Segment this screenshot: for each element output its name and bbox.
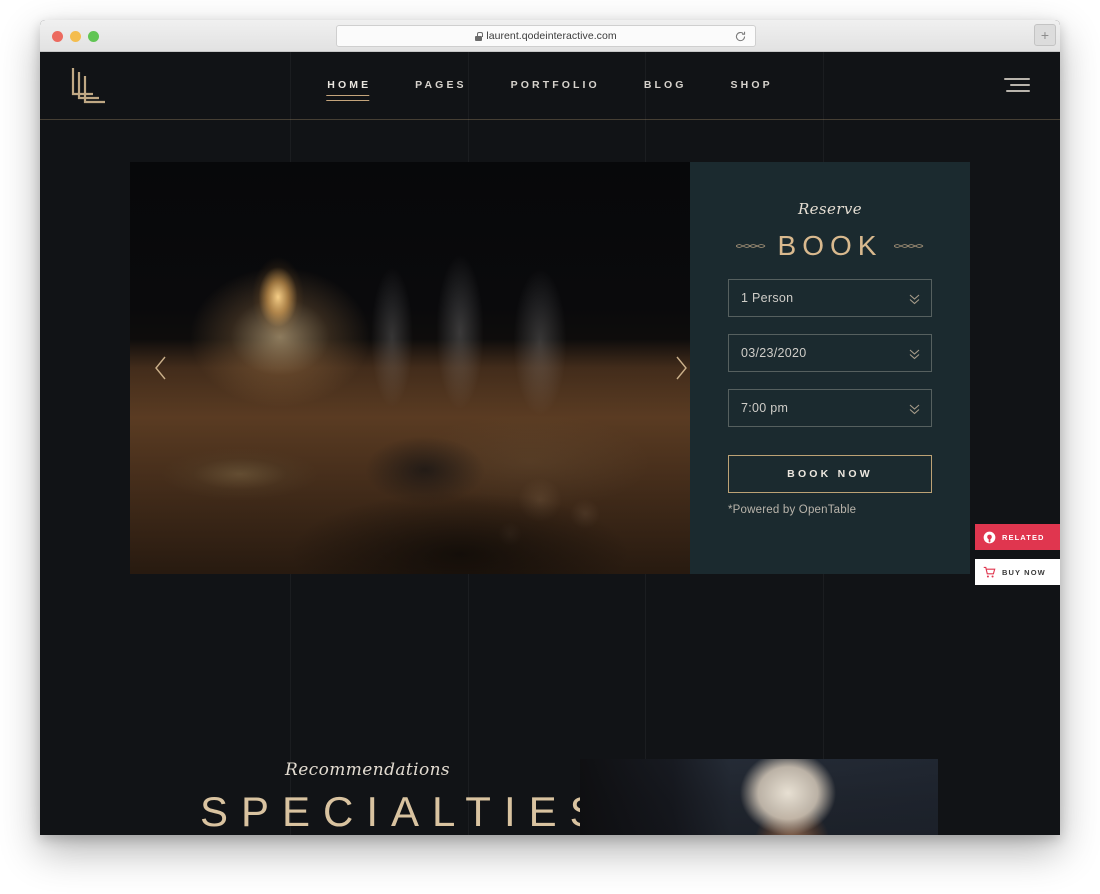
booking-title-row: BOOK xyxy=(728,230,932,262)
chevron-double-down-icon xyxy=(909,294,920,305)
nav-item-pages[interactable]: PAGES xyxy=(413,75,468,97)
minimize-window-button[interactable] xyxy=(70,31,81,42)
window-controls xyxy=(52,31,99,42)
new-tab-button[interactable]: + xyxy=(1034,24,1056,46)
site-header: HOME PAGES PORTFOLIO BLOG SHOP xyxy=(40,52,1060,120)
party-size-select[interactable]: 1 Person xyxy=(728,279,932,317)
nav-item-blog[interactable]: BLOG xyxy=(642,75,689,97)
address-bar-content: laurent.qodeinteractive.com xyxy=(475,30,617,42)
hero-slider[interactable] xyxy=(130,162,690,574)
hero-image xyxy=(130,162,690,574)
hamburger-menu-icon[interactable] xyxy=(1004,78,1030,94)
qode-circle-icon xyxy=(983,531,996,543)
shopping-cart-icon xyxy=(983,566,996,578)
lock-icon xyxy=(475,31,483,41)
laurent-logo[interactable] xyxy=(65,64,111,108)
related-widget-button[interactable]: RELATED xyxy=(975,524,1060,550)
booking-eyebrow: Reserve xyxy=(797,200,863,218)
related-widget-label: RELATED xyxy=(1002,532,1045,542)
nav-item-home[interactable]: HOME xyxy=(325,75,373,101)
chevron-double-down-icon xyxy=(909,404,920,415)
time-value: 7:00 pm xyxy=(741,401,789,415)
booking-panel: Reserve BOOK 1 Person 03/23/2020 7:00 pm… xyxy=(690,162,970,574)
floating-side-widgets: RELATED BUY NOW xyxy=(975,524,1060,585)
close-window-button[interactable] xyxy=(52,31,63,42)
hero-section: Reserve BOOK 1 Person 03/23/2020 7:00 pm… xyxy=(130,162,970,574)
flourish-ornament-icon xyxy=(894,244,924,248)
chef-image[interactable] xyxy=(580,759,938,835)
zoom-window-button[interactable] xyxy=(88,31,99,42)
buy-now-widget-label: BUY NOW xyxy=(1002,567,1046,577)
chevron-right-icon[interactable] xyxy=(668,353,694,383)
chevron-double-down-icon xyxy=(909,349,920,360)
date-select[interactable]: 03/23/2020 xyxy=(728,334,932,372)
browser-window: laurent.qodeinteractive.com + HOME PAGES… xyxy=(40,20,1060,835)
chevron-left-icon[interactable] xyxy=(148,353,174,383)
powered-by-label: *Powered by OpenTable xyxy=(728,504,857,516)
date-value: 03/23/2020 xyxy=(741,346,807,360)
flourish-ornament-icon xyxy=(735,244,765,248)
address-bar[interactable]: laurent.qodeinteractive.com xyxy=(336,25,756,47)
url-text: laurent.qodeinteractive.com xyxy=(486,30,617,42)
party-size-value: 1 Person xyxy=(741,291,794,305)
booking-title: BOOK xyxy=(777,230,883,261)
buy-now-widget-button[interactable]: BUY NOW xyxy=(975,559,1060,585)
main-navigation: HOME PAGES PORTFOLIO BLOG SHOP xyxy=(325,52,774,120)
reload-icon[interactable] xyxy=(734,30,747,43)
book-now-button[interactable]: BOOK NOW xyxy=(728,455,932,493)
time-select[interactable]: 7:00 pm xyxy=(728,389,932,427)
nav-item-shop[interactable]: SHOP xyxy=(729,75,775,97)
nav-item-portfolio[interactable]: PORTFOLIO xyxy=(509,75,602,97)
page-viewport: HOME PAGES PORTFOLIO BLOG SHOP Reserve B… xyxy=(40,52,1060,835)
specialties-title: SPECIALTIES xyxy=(200,788,611,835)
browser-toolbar: laurent.qodeinteractive.com + xyxy=(40,20,1060,52)
specialties-eyebrow: Recommendations xyxy=(285,760,451,780)
